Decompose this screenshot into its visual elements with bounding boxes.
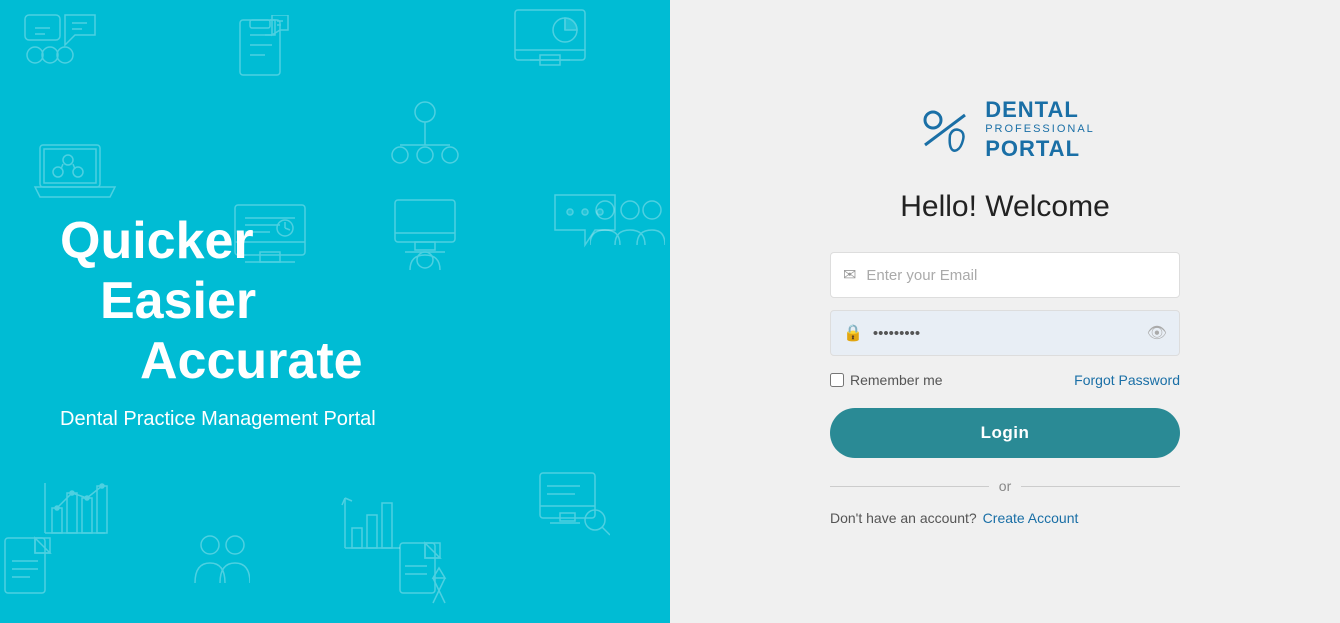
divider-line-left (830, 486, 989, 487)
logo-portal: PORTAL (985, 136, 1095, 162)
create-account-row: Don't have an account? Create Account (830, 510, 1180, 526)
logo-professional: PROFESSIONAL (985, 123, 1095, 136)
no-account-text: Don't have an account? (830, 510, 977, 526)
logo-dental: DENTAL (985, 97, 1095, 123)
divider-row: or (830, 478, 1180, 494)
password-input[interactable] (873, 325, 1147, 342)
subtitle: Dental Practice Management Portal (60, 408, 610, 431)
create-account-link[interactable]: Create Account (983, 510, 1079, 526)
logo-icon (915, 100, 975, 160)
login-button[interactable]: Login (830, 408, 1180, 458)
forgot-password-link[interactable]: Forgot Password (1074, 372, 1180, 388)
logo-container: DENTAL PROFESSIONAL PORTAL (915, 97, 1095, 163)
email-input[interactable] (866, 267, 1167, 284)
logo-text: DENTAL PROFESSIONAL PORTAL (985, 97, 1095, 163)
divider-text: or (999, 478, 1011, 494)
deco-icon-2 (510, 5, 590, 80)
tagline: Quicker Easier Accurate (60, 212, 610, 391)
password-input-wrapper: 🔒 👁 (830, 310, 1180, 356)
deco-icon-1 (20, 10, 100, 75)
remember-me-checkbox[interactable] (830, 373, 844, 387)
options-row: Remember me Forgot Password (830, 372, 1180, 388)
welcome-heading: Hello! Welcome (900, 190, 1110, 224)
divider-line-right (1021, 486, 1180, 487)
deco-icon-14 (0, 533, 60, 603)
login-form: ✉ 🔒 👁 Remember me Forgot Password Login … (830, 252, 1180, 526)
eye-icon[interactable]: 👁 (1147, 323, 1167, 343)
email-input-wrapper: ✉ (830, 252, 1180, 298)
tagline-line1: Quicker (60, 212, 610, 272)
deco-icon-15 (395, 538, 450, 613)
deco-icon-4 (30, 140, 120, 215)
deco-icon-13 (190, 533, 250, 603)
deco-icon-6 (380, 100, 470, 185)
deco-icon-3 (230, 15, 290, 90)
email-icon: ✉ (843, 265, 856, 285)
tagline-line3: Accurate (140, 332, 610, 392)
tagline-line2: Easier (100, 272, 610, 332)
remember-me-label[interactable]: Remember me (830, 372, 943, 388)
deco-icon-10 (535, 468, 610, 543)
right-panel: DENTAL PROFESSIONAL PORTAL Hello! Welcom… (670, 0, 1340, 623)
remember-me-text: Remember me (850, 372, 943, 388)
left-panel: Quicker Easier Accurate Dental Practice … (0, 0, 670, 623)
lock-icon: 🔒 (843, 323, 863, 343)
